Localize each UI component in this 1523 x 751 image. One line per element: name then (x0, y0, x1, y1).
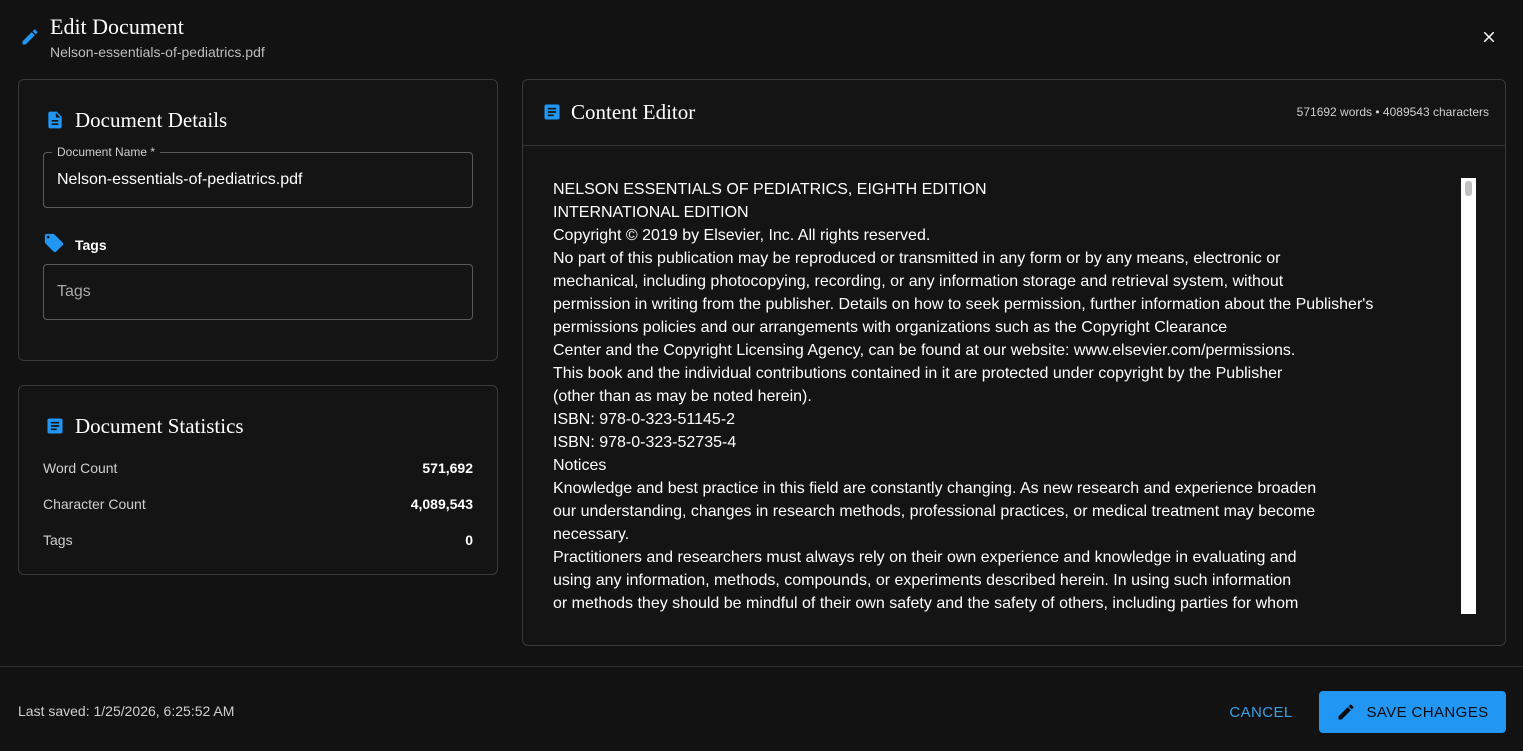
stat-row-word-count: Word Count 571,692 (43, 460, 473, 476)
content-editor-card: Content Editor 571692 words • 4089543 ch… (522, 79, 1506, 646)
content-editor-title: Content Editor (571, 100, 696, 124)
word-character-counts: 571692 words • 4089543 characters (1296, 105, 1489, 119)
document-details-title: Document Details (75, 108, 228, 132)
footer-divider (0, 666, 1523, 667)
tags-label-row: Tags (43, 233, 107, 257)
stat-value: 0 (465, 532, 473, 548)
document-icon (45, 109, 65, 131)
scrollbar-thumb[interactable] (1465, 181, 1472, 196)
content-text[interactable]: NELSON ESSENTIALS OF PEDIATRICS, EIGHTH … (553, 178, 1448, 614)
tag-icon (43, 232, 65, 259)
article-icon (542, 102, 562, 124)
stat-value: 4,089,543 (410, 496, 473, 512)
document-name-field[interactable]: Document Name * (43, 145, 473, 208)
save-changes-label: SAVE CHANGES (1366, 703, 1489, 721)
pencil-icon (1338, 704, 1354, 720)
dialog-header: Edit Document Nelson-essentials-of-pedia… (0, 0, 1523, 80)
document-name-input[interactable] (44, 153, 472, 207)
stat-label: Tags (43, 532, 73, 548)
content-scrollbar[interactable] (1461, 178, 1476, 614)
stat-row-tags: Tags 0 (43, 532, 473, 548)
document-statistics-card: Document Statistics Word Count 571,692 C… (18, 385, 498, 575)
close-icon (1483, 31, 1495, 43)
stat-value: 571,692 (422, 460, 473, 476)
save-changes-button[interactable]: SAVE CHANGES (1319, 691, 1506, 733)
tags-input[interactable] (44, 265, 472, 319)
document-name-label: Document Name * (52, 145, 161, 159)
stat-row-character-count: Character Count 4,089,543 (43, 496, 473, 512)
dialog-title: Edit Document (50, 14, 184, 39)
dialog-subtitle: Nelson-essentials-of-pediatrics.pdf (50, 44, 265, 60)
stat-label: Character Count (43, 496, 146, 512)
pencil-icon (20, 27, 40, 47)
editor-divider (523, 145, 1505, 146)
content-textarea[interactable]: NELSON ESSENTIALS OF PEDIATRICS, EIGHTH … (553, 178, 1476, 614)
close-button[interactable] (1476, 24, 1502, 50)
stat-label: Word Count (43, 460, 118, 476)
last-saved-text: Last saved: 1/25/2026, 6:25:52 AM (18, 703, 235, 719)
tags-label: Tags (75, 237, 107, 253)
cancel-button[interactable]: CANCEL (1220, 692, 1302, 732)
tags-field[interactable] (43, 264, 473, 320)
article-icon (45, 416, 65, 438)
document-statistics-title: Document Statistics (75, 414, 244, 438)
document-details-card: Document Details Document Name * Tags (18, 79, 498, 361)
